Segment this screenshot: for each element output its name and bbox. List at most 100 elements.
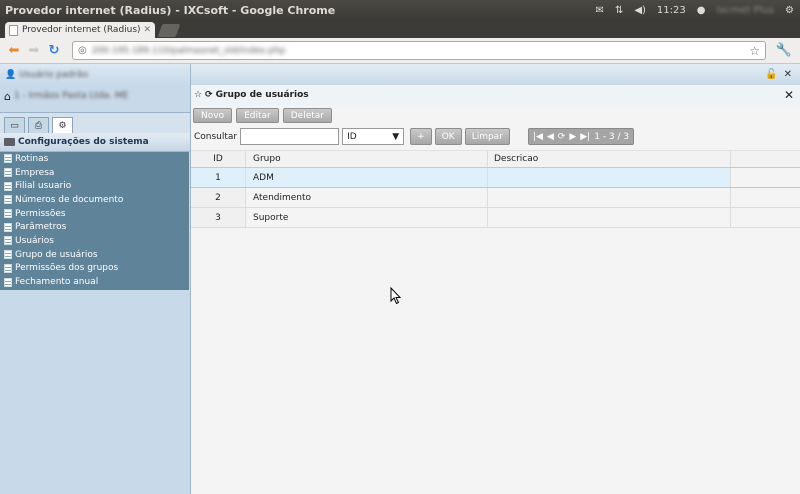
menu-item[interactable]: Permissões [0, 207, 189, 221]
content-panel: 🔓 ✕ ☆ ⟳ Grupo de usuários ✕ Novo Editar … [190, 64, 800, 494]
favorite-star-icon[interactable]: ☆ [194, 90, 202, 100]
window-header: ☆ ⟳ Grupo de usuários ✕ [191, 85, 800, 105]
page-title: Grupo de usuários [215, 90, 309, 100]
menu-item[interactable]: Filial usuario [0, 179, 189, 193]
session-user[interactable]: Ixcmet Plus [716, 5, 774, 16]
ok-button[interactable]: OK [434, 128, 462, 145]
window-icon[interactable]: ▭ [4, 117, 25, 133]
search-field-select[interactable]: ID ▼ [342, 128, 405, 145]
last-page-icon[interactable]: ▶| [580, 132, 590, 142]
action-buttons: Novo Editar Deletar [191, 105, 800, 126]
select-value: ID [347, 131, 357, 142]
prev-page-icon[interactable]: ◀ [547, 132, 554, 142]
menu-item[interactable]: Parâmetros [0, 220, 189, 234]
print-icon[interactable]: ⎙ [28, 117, 49, 133]
menu-item[interactable]: Permissões dos grupos [0, 262, 189, 276]
document-icon [4, 195, 12, 205]
document-icon [4, 277, 12, 287]
network-icon[interactable]: ⇅ [615, 5, 623, 16]
menu-item[interactable]: Usuários [0, 234, 189, 248]
volume-icon[interactable]: ◀) [634, 5, 646, 16]
menu-header-label: Configurações do sistema [18, 137, 149, 147]
menu-item-label: Grupo de usuários [15, 249, 98, 260]
clock[interactable]: 11:23 [657, 5, 686, 16]
bookmark-star-icon[interactable]: ☆ [749, 44, 760, 58]
col-header-description[interactable]: Descricao [488, 151, 731, 167]
company-row: ⌂ 1 - Irmãos Pasta Ltda. ME [0, 85, 190, 107]
user-name: Usuário padrão [19, 69, 88, 80]
page-icon [9, 24, 18, 36]
document-icon [4, 209, 12, 219]
refresh-page-icon[interactable]: ⟳ [558, 132, 566, 142]
cell-group: Suporte [246, 208, 488, 227]
cell-id: 3 [191, 208, 246, 227]
delete-button[interactable]: Deletar [282, 108, 332, 123]
table-row[interactable]: 3 Suporte [191, 208, 800, 228]
menu-item[interactable]: Fechamento anual [0, 275, 189, 289]
close-icon[interactable]: ✕ [784, 88, 794, 102]
menu-item-label: Empresa [15, 167, 55, 178]
settings-gear-icon[interactable]: ⚙ [52, 117, 73, 133]
system-tray: ✉ ⇅ ◀) 11:23 ● Ixcmet Plus ⚙ [596, 5, 800, 16]
new-tab-button[interactable] [157, 24, 181, 37]
tab-strip: Provedor internet (Radius) ✕ [0, 20, 800, 38]
menu-item-label: Filial usuario [15, 181, 72, 192]
edit-button[interactable]: Editar [236, 108, 279, 123]
user-icon: 👤 [5, 69, 17, 80]
first-page-icon[interactable]: |◀ [533, 132, 543, 142]
menu-item[interactable]: Rotinas [0, 152, 189, 166]
panel-tabs: ▭ ⎙ ⚙ [0, 112, 190, 133]
search-input[interactable] [240, 128, 340, 145]
new-button[interactable]: Novo [193, 108, 233, 123]
search-row: Consultar ID ▼ + OK Limpar |◀ ◀ ⟳ ▶ ▶| 1… [191, 126, 800, 147]
forward-arrow-icon[interactable]: ➡ [24, 43, 44, 58]
document-icon [4, 181, 12, 191]
wrench-icon[interactable]: 🔧 [776, 43, 792, 58]
browser-tab[interactable]: Provedor internet (Radius) ✕ [5, 22, 155, 38]
tab-label: Provedor internet (Radius) [22, 25, 141, 35]
grid-header: ID Grupo Descricao [191, 150, 800, 168]
search-label: Consultar [194, 131, 238, 142]
menu-list: Rotinas Empresa Filial usuario Números d… [0, 152, 189, 290]
url-text: 200.195.189.110/palmasnet_old/index.php [91, 45, 286, 56]
back-arrow-icon[interactable]: ⬅ [4, 43, 24, 58]
document-icon [4, 263, 12, 273]
close-tab-icon[interactable]: ✕ [143, 25, 151, 35]
menu-item-label: Permissões [15, 208, 66, 219]
gear-icon[interactable]: ⚙ [785, 5, 794, 16]
menu-item[interactable]: Empresa [0, 166, 189, 180]
mail-icon[interactable]: ✉ [596, 5, 604, 16]
col-header-id[interactable]: ID [191, 151, 246, 167]
close-panel-icon[interactable]: ✕ [784, 69, 792, 80]
menu-item-label: Usuários [15, 235, 54, 246]
home-icon: ⌂ [4, 89, 11, 103]
menu-item[interactable]: Grupo de usuários [0, 248, 189, 262]
refresh-icon[interactable]: ⟳ [205, 90, 213, 100]
document-icon [4, 168, 12, 178]
reload-icon[interactable]: ↻ [44, 43, 64, 58]
document-icon [4, 250, 12, 260]
next-page-icon[interactable]: ▶ [569, 132, 576, 142]
folder-icon [4, 138, 15, 146]
add-filter-button[interactable]: + [410, 128, 432, 145]
cell-description [488, 188, 731, 207]
address-bar[interactable]: ◎ 200.195.189.110/palmasnet_old/index.ph… [72, 41, 766, 60]
menu-item[interactable]: Números de documento [0, 193, 189, 207]
table-row[interactable]: 2 Atendimento [191, 188, 800, 208]
menu-item-label: Rotinas [15, 153, 49, 164]
cell-description [488, 168, 731, 187]
col-header-group[interactable]: Grupo [246, 151, 488, 167]
cell-group: ADM [246, 168, 488, 187]
left-panel: 👤 Usuário padrão ⌂ 1 - Irmãos Pasta Ltda… [0, 64, 190, 494]
chevron-down-icon: ▼ [392, 131, 400, 142]
data-grid: ID Grupo Descricao 1 ADM 2 Atendimento 3… [191, 150, 800, 228]
clear-button[interactable]: Limpar [464, 128, 510, 145]
cell-description [488, 208, 731, 227]
panel-top-bar: 🔓 ✕ [191, 64, 800, 85]
company-name: 1 - Irmãos Pasta Ltda. ME [13, 91, 129, 101]
unlock-icon[interactable]: 🔓 [765, 69, 777, 80]
site-info-icon[interactable]: ◎ [78, 45, 87, 56]
menu-header[interactable]: Configurações do sistema [0, 133, 190, 152]
table-row[interactable]: 1 ADM [191, 168, 800, 188]
document-icon [4, 154, 12, 164]
